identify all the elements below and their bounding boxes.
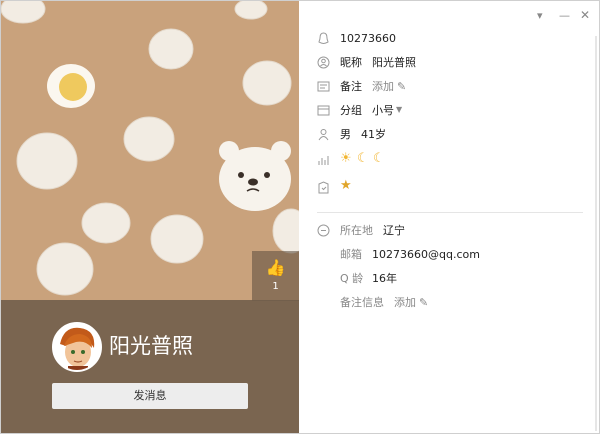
like-count: 1 bbox=[272, 281, 279, 292]
section-divider bbox=[317, 212, 583, 213]
person-icon bbox=[318, 129, 329, 141]
cover-nickname: 阳光普照 bbox=[109, 334, 193, 358]
qage-label: Q 龄 bbox=[340, 272, 364, 285]
qage-value: 16年 bbox=[372, 272, 397, 285]
moon-icon: ☾ bbox=[373, 151, 385, 166]
scrollbar[interactable] bbox=[595, 36, 597, 431]
star-badge-icon[interactable]: ★ bbox=[340, 178, 352, 194]
remark-card-icon bbox=[317, 81, 330, 92]
group-label: 分组 bbox=[340, 104, 362, 117]
edit-pencil-icon[interactable]: ✎ bbox=[397, 79, 406, 95]
avatar-image bbox=[54, 324, 100, 370]
bear-illustration bbox=[219, 141, 291, 211]
email-label: 邮箱 bbox=[340, 248, 362, 261]
nickname-value: 阳光普照 bbox=[372, 56, 416, 69]
send-message-button[interactable]: 发消息 bbox=[52, 383, 248, 409]
badge-outline-icon bbox=[318, 181, 329, 194]
qq-number: 10273660 bbox=[340, 32, 396, 45]
close-icon[interactable]: ✕ bbox=[580, 8, 590, 22]
group-dropdown-chevron-icon[interactable]: ▼ bbox=[396, 102, 402, 118]
remark-add-link[interactable]: 添加 bbox=[372, 79, 394, 95]
like-button[interactable]: 👍 1 bbox=[252, 251, 299, 301]
location-label: 所在地 bbox=[340, 224, 373, 237]
profile-window: 👍 1 阳光普照 发消息 ▾ — ✕ 10273660 昵称 阳光普照 备注 添… bbox=[0, 0, 600, 434]
qq-penguin-icon bbox=[318, 32, 329, 45]
profile-cover: 👍 1 阳光普照 发消息 bbox=[1, 1, 299, 433]
nickname-label: 昵称 bbox=[340, 56, 362, 69]
age: 41岁 bbox=[361, 128, 386, 141]
sun-icon: ☀ bbox=[340, 151, 352, 166]
location-value: 辽宁 bbox=[383, 224, 405, 237]
cover-bottom-panel: 阳光普照 发消息 bbox=[1, 300, 299, 433]
user-circle-icon bbox=[317, 56, 330, 69]
level-bars-icon bbox=[318, 156, 329, 165]
email-value: 10273660@qq.com bbox=[372, 248, 480, 261]
chevron-down-icon[interactable]: ▾ bbox=[537, 9, 543, 22]
remark-label: 备注 bbox=[340, 80, 362, 93]
avatar[interactable] bbox=[52, 322, 102, 372]
minimize-icon[interactable]: — bbox=[559, 9, 570, 22]
gender: 男 bbox=[340, 128, 351, 141]
edit-pencil-icon[interactable]: ✎ bbox=[419, 295, 428, 311]
note-label: 备注信息 bbox=[340, 296, 384, 309]
group-value[interactable]: 小号 bbox=[372, 103, 394, 119]
more-circle-icon bbox=[317, 224, 330, 237]
note-add-link[interactable]: 添加 bbox=[394, 295, 416, 311]
thumbs-up-icon: 👍 bbox=[265, 258, 286, 277]
moon-icon: ☾ bbox=[357, 151, 369, 166]
group-icon bbox=[317, 105, 330, 116]
